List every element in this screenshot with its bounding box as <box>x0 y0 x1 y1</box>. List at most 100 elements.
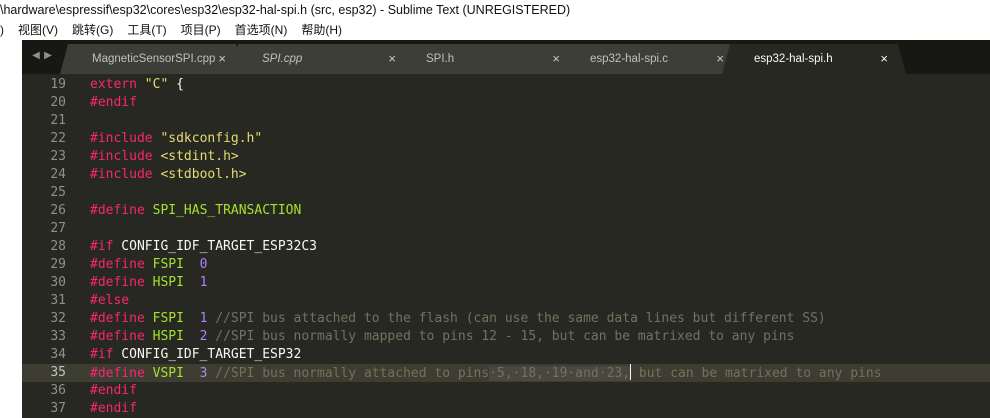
line-number: 26 <box>50 203 66 218</box>
code-line[interactable]: 22 #include "sdkconfig.h" <box>22 130 990 148</box>
code-token: VSPI <box>152 366 184 381</box>
tab-esp32-hal-spi-c[interactable]: esp32-hal-spi.c × <box>558 44 742 74</box>
code-line[interactable]: 34 #if CONFIG_IDF_TARGET_ESP32 <box>22 346 990 364</box>
code-text: #define VSPI 3 //SPI bus normally attach… <box>90 364 882 383</box>
code-line[interactable]: 19 extern "C" { <box>22 76 990 94</box>
menu-item-preferences[interactable]: 首选项(N) <box>228 20 295 40</box>
code-line[interactable]: 33 #define HSPI 2 //SPI bus normally mapp… <box>22 328 990 346</box>
line-number: 34 <box>50 347 66 362</box>
menu-item-help[interactable]: 帮助(H) <box>294 20 349 40</box>
code-token: 1 <box>199 275 208 290</box>
code-line[interactable]: 21 <box>22 112 990 130</box>
tab-label: SPI.cpp <box>262 53 303 65</box>
tab-esp32-hal-spi-h[interactable]: esp32-hal-spi.h × <box>722 44 906 74</box>
menu-item-partial[interactable]: ) <box>0 20 11 40</box>
tab-label: esp32-hal-spi.c <box>590 53 668 65</box>
code-line[interactable]: 36 #endif <box>22 382 990 400</box>
line-number: 25 <box>50 185 66 200</box>
code-line[interactable]: 32 #define FSPI 1 //SPI bus attached to t… <box>22 310 990 328</box>
code-token: //SPI bus normally attached to pins <box>215 366 490 381</box>
code-text: extern "C" { <box>90 76 184 94</box>
code-token: #define <box>90 329 145 344</box>
tab-spi-h[interactable]: SPI.h × <box>394 44 578 74</box>
code-text: #define HSPI 1 <box>90 274 207 292</box>
code-token: "sdkconfig.h" <box>160 131 263 146</box>
code-line[interactable]: 20 #endif <box>22 94 990 112</box>
tab-close-icon[interactable]: × <box>880 51 888 66</box>
line-number: 31 <box>50 293 66 308</box>
menu-item-view[interactable]: 视图(V) <box>11 20 65 40</box>
menu-bar: ) 视图(V) 跳转(G) 工具(T) 项目(P) 首选项(N) 帮助(H) <box>0 20 990 40</box>
code-token: //SPI bus attached to the flash (can use… <box>215 311 826 326</box>
code-token: <stdint.h> <box>160 149 239 164</box>
code-text: #endif <box>90 382 137 400</box>
code-text: #include <stdbool.h> <box>90 166 247 184</box>
selected-text: ·5,·18,·19·and·23, <box>489 366 631 381</box>
tab-label: SPI.h <box>426 53 455 65</box>
code-token: { <box>168 77 184 92</box>
code-text: #define SPI_HAS_TRANSACTION <box>90 202 301 220</box>
line-number: 33 <box>50 329 66 344</box>
menu-item-goto[interactable]: 跳转(G) <box>65 20 120 40</box>
code-text: #if CONFIG_IDF_TARGET_ESP32C3 <box>90 238 317 256</box>
code-text: #include "sdkconfig.h" <box>90 130 262 148</box>
code-line[interactable]: 31 #else <box>22 292 990 310</box>
code-token: #define <box>90 275 145 290</box>
code-token: #include <box>90 167 153 182</box>
code-text: #endif <box>90 400 137 418</box>
code-line[interactable]: 25 <box>22 184 990 202</box>
code-line[interactable]: 35 #define VSPI 3 //SPI bus normally atta… <box>22 364 990 382</box>
code-text: #else <box>90 292 129 310</box>
code-token: CONFIG_IDF_TARGET_ESP32 <box>113 347 302 362</box>
code-line[interactable]: 26 #define SPI_HAS_TRANSACTION <box>22 202 990 220</box>
code-area[interactable]: 19 extern "C" {20 #endif 21 22 #include "sdkc… <box>22 76 990 418</box>
tab-spi-cpp[interactable]: SPI.cpp × <box>230 44 414 74</box>
line-number: 24 <box>50 167 66 182</box>
code-token: #include <box>90 131 153 146</box>
code-text: #if CONFIG_IDF_TARGET_ESP32 <box>90 346 301 364</box>
line-number: 35 <box>50 365 66 380</box>
code-token: #define <box>90 366 145 381</box>
code-token: #define <box>90 257 145 272</box>
code-token: extern <box>90 77 137 92</box>
tab-magneticsensorspi-cpp[interactable]: MagneticSensorSPI.cpp × <box>60 44 244 74</box>
tab-label: esp32-hal-spi.h <box>754 53 833 65</box>
editor: ◀ ▶ MagneticSensorSPI.cpp × SPI.cpp × SP… <box>22 40 990 418</box>
code-line[interactable]: 30 #define HSPI 1 <box>22 274 990 292</box>
tab-close-icon[interactable]: × <box>218 51 226 66</box>
tab-label: MagneticSensorSPI.cpp <box>92 53 216 65</box>
code-text: #endif <box>90 94 137 112</box>
code-line[interactable]: 28 #if CONFIG_IDF_TARGET_ESP32C3 <box>22 238 990 256</box>
code-token: FSPI <box>152 311 184 326</box>
line-number: 22 <box>50 131 66 146</box>
code-token: but can be matrixed to any pins <box>631 366 882 381</box>
code-token: HSPI <box>152 329 184 344</box>
tab-nav-right-icon[interactable]: ▶ <box>42 50 54 62</box>
tab-strip: ◀ ▶ MagneticSensorSPI.cpp × SPI.cpp × SP… <box>22 40 990 74</box>
code-line[interactable]: 24 #include <stdbool.h> <box>22 166 990 184</box>
menu-item-tools[interactable]: 工具(T) <box>120 20 173 40</box>
code-text: #include <stdint.h> <box>90 148 239 166</box>
code-line[interactable]: 23 #include <stdint.h> <box>22 148 990 166</box>
code-line[interactable]: 27 <box>22 220 990 238</box>
line-number: 27 <box>50 221 66 236</box>
window-left-frame <box>0 40 22 418</box>
code-token: #define <box>90 311 145 326</box>
tab-nav-left-icon[interactable]: ◀ <box>30 50 42 62</box>
code-line[interactable]: 29 #define FSPI 0 <box>22 256 990 274</box>
code-token: //SPI bus normally mapped to pins 12 - 1… <box>215 329 795 344</box>
menu-item-project[interactable]: 项目(P) <box>174 20 228 40</box>
code-line[interactable]: 37 #endif <box>22 400 990 418</box>
